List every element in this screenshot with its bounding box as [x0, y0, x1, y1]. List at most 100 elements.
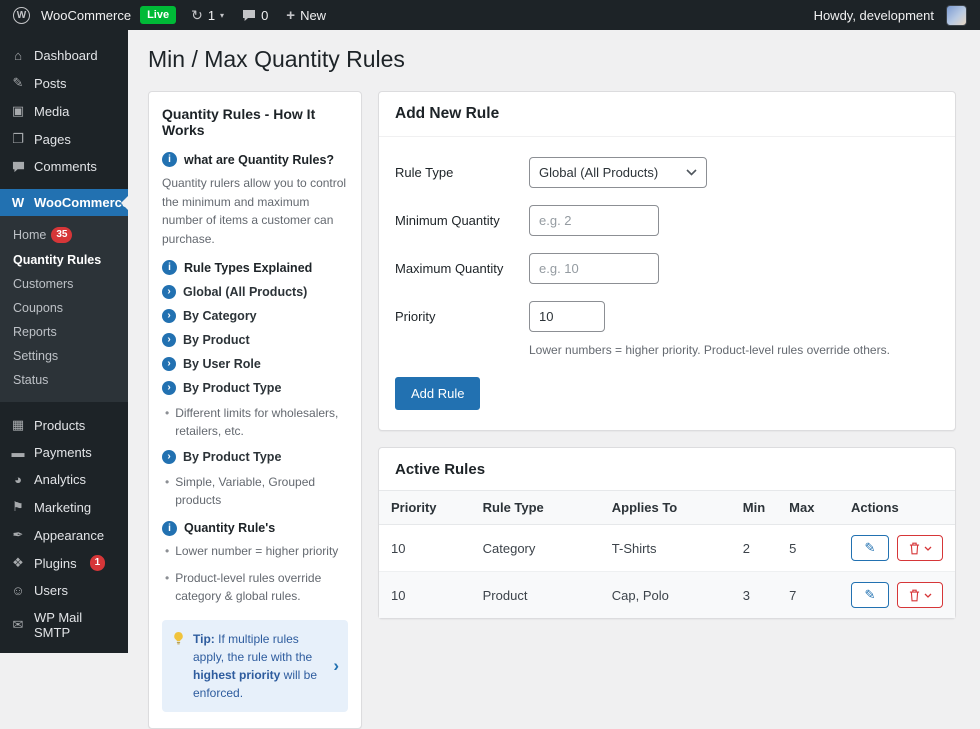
- delete-rule-button[interactable]: [897, 535, 943, 561]
- add-rule-button[interactable]: Add Rule: [395, 377, 480, 410]
- sidebar-item-label: Users: [34, 583, 68, 598]
- chevron-right-icon[interactable]: ›: [331, 653, 339, 679]
- users-icon: ☺: [10, 583, 26, 598]
- submenu-item-customers[interactable]: Customers: [0, 272, 128, 296]
- rule-type-selected-value: Global (All Products): [539, 165, 658, 180]
- bullet-circle-icon: ›: [162, 381, 176, 395]
- submenu-item-home[interactable]: Home 35: [0, 222, 128, 248]
- sidebar-item-marketing[interactable]: ⚑ Marketing: [0, 493, 128, 521]
- sidebar-item-pages[interactable]: ❐ Pages: [0, 125, 128, 153]
- sidebar-item-label: Marketing: [34, 500, 91, 515]
- sidebar-item-products[interactable]: ▦ Products: [0, 411, 128, 439]
- chevron-down-icon: ▾: [220, 11, 224, 20]
- account-menu[interactable]: Howdy, development: [805, 0, 976, 30]
- plugins-icon: ❖: [10, 555, 26, 571]
- edit-rule-button[interactable]: ✎: [851, 582, 889, 608]
- sidebar-item-plugins[interactable]: ❖ Plugins 1: [0, 549, 128, 577]
- sidebar-item-label: Payments: [34, 445, 92, 460]
- delete-rule-button[interactable]: [897, 582, 943, 608]
- updates-menu[interactable]: ↻ 1 ▾: [182, 0, 233, 30]
- rule-type-label: By Product Type: [183, 450, 281, 464]
- pages-icon: ❐: [10, 131, 26, 147]
- submenu-item-coupons[interactable]: Coupons: [0, 296, 128, 320]
- submenu-item-status[interactable]: Status: [0, 368, 128, 392]
- tip-prefix: Tip:: [193, 632, 215, 646]
- rule-type-item: › By Product: [162, 333, 348, 347]
- sidebar-item-analytics[interactable]: ◕ Analytics: [0, 466, 128, 493]
- sidebar-item-posts[interactable]: ✎ Posts: [0, 69, 128, 97]
- minimum-quantity-input[interactable]: [529, 205, 659, 236]
- row-actions: ✎: [851, 582, 943, 608]
- live-badge: Live: [140, 6, 176, 24]
- cell-min: 3: [731, 572, 777, 619]
- rule-type-label: Rule Type: [395, 165, 453, 180]
- sidebar-item-payments[interactable]: ▬ Payments: [0, 439, 128, 466]
- active-rules-table: Priority Rule Type Applies To Min Max Ac…: [379, 490, 955, 618]
- active-rules-title: Active Rules: [379, 448, 955, 490]
- help-section-heading: i Quantity Rule's: [162, 521, 348, 536]
- marketing-icon: ⚑: [10, 499, 26, 515]
- sidebar-item-label: Products: [34, 418, 85, 433]
- sidebar-item-label: Posts: [34, 76, 67, 91]
- add-rule-card-title: Add New Rule: [379, 92, 955, 137]
- sidebar-item-users[interactable]: ☺ Users: [0, 577, 128, 604]
- rule-type-item: › By Product Type: [162, 450, 348, 464]
- sidebar-item-wp-mail-smtp[interactable]: ✉ WP Mail SMTP: [0, 604, 128, 646]
- bullet-circle-icon: ›: [162, 285, 176, 299]
- submenu-item-quantity-rules[interactable]: Quantity Rules: [0, 248, 128, 272]
- priority-note: • Product-level rules override category …: [162, 570, 348, 605]
- submenu-item-settings[interactable]: Settings: [0, 344, 128, 368]
- sidebar-item-media[interactable]: ▣ Media: [0, 97, 128, 125]
- new-content-menu[interactable]: + New: [277, 0, 335, 30]
- mail-icon: ✉: [10, 617, 26, 633]
- cell-priority: 10: [379, 525, 471, 572]
- bullet-circle-icon: ›: [162, 333, 176, 347]
- priority-input[interactable]: [529, 301, 605, 332]
- sidebar-item-dashboard[interactable]: ⌂ Dashboard: [0, 42, 128, 69]
- column-priority: Priority: [379, 491, 471, 525]
- comments-menu[interactable]: 0: [233, 0, 277, 30]
- rule-type-item: › By User Role: [162, 357, 348, 371]
- rule-type-select[interactable]: Global (All Products): [529, 157, 707, 188]
- chevron-down-icon: [924, 593, 932, 598]
- priority-help-text: Lower numbers = higher priority. Product…: [529, 343, 890, 357]
- sidebar-item-appearance[interactable]: ✒ Appearance: [0, 521, 128, 549]
- sidebar-item-comments[interactable]: Comments: [0, 153, 128, 180]
- cell-applies-to: Cap, Polo: [600, 572, 731, 619]
- rule-type-note: • Different limits for wholesalers, reta…: [162, 405, 348, 440]
- sidebar-item-label: Media: [34, 104, 69, 119]
- maximum-quantity-input[interactable]: [529, 253, 659, 284]
- sidebar-item-woocommerce[interactable]: W WooCommerce: [0, 189, 128, 216]
- main-content: Min / Max Quantity Rules Quantity Rules …: [128, 0, 980, 729]
- rule-type-item: › Global (All Products): [162, 285, 348, 299]
- cell-rule-type: Category: [471, 525, 600, 572]
- analytics-icon: ◕: [10, 472, 26, 487]
- plus-icon: +: [286, 7, 295, 24]
- rule-type-item: › By Category: [162, 309, 348, 323]
- table-row: 10 Product Cap, Polo 3 7 ✎: [379, 572, 955, 619]
- comments-count: 0: [261, 8, 268, 23]
- sidebar-item-label: Plugins: [34, 556, 77, 571]
- cell-max: 5: [777, 525, 839, 572]
- priority-note: • Lower number = higher priority: [162, 543, 348, 560]
- cell-max: 7: [777, 572, 839, 619]
- site-name-link[interactable]: WooCommerce: [39, 0, 140, 30]
- cell-rule-type: Product: [471, 572, 600, 619]
- add-new-rule-card: Add New Rule Rule Type Global (All Produ…: [378, 91, 956, 431]
- submenu-item-reports[interactable]: Reports: [0, 320, 128, 344]
- admin-bar-right: Howdy, development: [805, 0, 976, 30]
- chevron-down-icon: [924, 546, 932, 551]
- appearance-icon: ✒: [10, 527, 26, 543]
- sidebar-item-label: Dashboard: [34, 48, 98, 63]
- new-label: New: [300, 8, 326, 23]
- wordpress-menu[interactable]: W: [4, 0, 39, 30]
- posts-icon: ✎: [10, 75, 26, 91]
- wordpress-logo-icon: W: [13, 7, 30, 24]
- rule-type-label: By Product: [183, 333, 250, 347]
- submenu-label: Settings: [13, 349, 58, 363]
- help-section-heading: i Rule Types Explained: [162, 260, 348, 275]
- plugins-badge: 1: [90, 555, 106, 571]
- add-rule-form: Rule Type Global (All Products) Minimum …: [379, 137, 955, 430]
- info-icon: i: [162, 260, 177, 275]
- edit-rule-button[interactable]: ✎: [851, 535, 889, 561]
